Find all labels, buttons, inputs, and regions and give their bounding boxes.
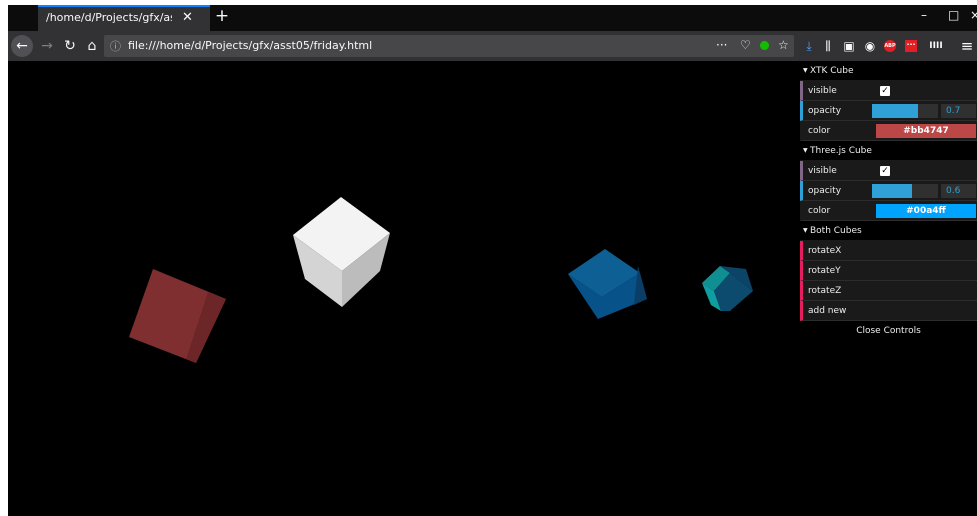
extension-bars-icon[interactable]: IIII bbox=[928, 38, 944, 54]
maximize-icon[interactable]: □ bbox=[948, 8, 959, 22]
close-tab-icon[interactable]: ✕ bbox=[182, 10, 193, 25]
xtk-color-input[interactable]: #bb4747 bbox=[876, 124, 976, 138]
close-window-icon[interactable]: × bbox=[970, 8, 977, 22]
function-label: rotateZ bbox=[808, 286, 842, 296]
folder-title: Both Cubes bbox=[810, 226, 862, 236]
function-label: rotateX bbox=[808, 246, 842, 256]
folder-xtk-cube[interactable]: ▼ XTK Cube bbox=[800, 61, 977, 81]
function-label: add new bbox=[808, 306, 847, 316]
site-info-icon[interactable]: ⓘ bbox=[110, 38, 121, 54]
nav-toolbar: ← → ↻ ⌂ ⓘ file:///home/d/Projects/gfx/as… bbox=[8, 31, 977, 61]
webgl-viewport[interactable]: ▼ XTK Cube visible ✓ opacity 0.7 color #… bbox=[8, 61, 977, 516]
controls-panel: ▼ XTK Cube visible ✓ opacity 0.7 color #… bbox=[800, 61, 977, 341]
red-cube[interactable] bbox=[129, 269, 226, 363]
teal-cube[interactable] bbox=[702, 266, 753, 311]
forward-icon[interactable]: → bbox=[37, 38, 57, 54]
page-actions-icon[interactable]: ··· bbox=[716, 38, 727, 52]
folder-open-icon: ▼ bbox=[803, 67, 808, 74]
xtk-color-row: color #bb4747 bbox=[800, 121, 977, 141]
blue-cube[interactable] bbox=[568, 249, 647, 319]
opacity-label: opacity bbox=[808, 106, 842, 116]
menu-icon[interactable]: ≡ bbox=[959, 38, 975, 54]
url-bar[interactable]: ⓘ file:///home/d/Projects/gfx/asst05/fri… bbox=[104, 35, 794, 57]
tab-title: /home/d/Projects/gfx/asst05/friday.html bbox=[46, 11, 172, 24]
threejs-opacity-input[interactable]: 0.6 bbox=[941, 184, 976, 198]
folder-title: XTK Cube bbox=[810, 66, 854, 76]
sidebar-icon[interactable]: ▣ bbox=[841, 38, 857, 54]
folder-threejs-cube[interactable]: ▼ Three.js Cube bbox=[800, 141, 977, 161]
threejs-opacity-slider[interactable] bbox=[872, 184, 938, 198]
rotatex-button[interactable]: rotateX bbox=[800, 241, 977, 261]
threejs-visible-checkbox[interactable]: ✓ bbox=[880, 166, 890, 176]
xtk-opacity-row: opacity 0.7 bbox=[800, 101, 977, 121]
rotatey-button[interactable]: rotateY bbox=[800, 261, 977, 281]
account-icon[interactable]: ◉ bbox=[862, 38, 878, 54]
adblock-icon[interactable]: ABP bbox=[884, 40, 896, 52]
extension-green-icon[interactable] bbox=[760, 41, 769, 50]
close-controls-button[interactable]: Close Controls bbox=[800, 321, 977, 341]
color-label: color bbox=[808, 206, 831, 216]
rotatez-button[interactable]: rotateZ bbox=[800, 281, 977, 301]
pocket-icon[interactable]: ♡ bbox=[740, 38, 751, 52]
home-icon[interactable]: ⌂ bbox=[82, 38, 102, 54]
opacity-label: opacity bbox=[808, 186, 842, 196]
extension-dots-icon[interactable]: ··· bbox=[905, 40, 917, 52]
url-text[interactable]: file:///home/d/Projects/gfx/asst05/frida… bbox=[128, 39, 372, 52]
xtk-visible-checkbox[interactable]: ✓ bbox=[880, 86, 890, 96]
tab-friday-html[interactable]: /home/d/Projects/gfx/asst05/friday.html … bbox=[38, 5, 210, 31]
folder-open-icon: ▼ bbox=[803, 227, 808, 234]
minimize-icon[interactable]: – bbox=[921, 8, 927, 22]
folder-open-icon: ▼ bbox=[803, 147, 808, 154]
threejs-visible-row: visible ✓ bbox=[800, 161, 977, 181]
library-icon[interactable]: ⫼ bbox=[820, 38, 836, 54]
folder-title: Three.js Cube bbox=[810, 146, 872, 156]
download-icon[interactable]: ⤓ bbox=[801, 38, 817, 54]
slider-fill bbox=[872, 104, 919, 118]
visible-label: visible bbox=[808, 166, 837, 176]
xtk-visible-row: visible ✓ bbox=[800, 81, 977, 101]
xtk-opacity-input[interactable]: 0.7 bbox=[941, 104, 976, 118]
threejs-opacity-row: opacity 0.6 bbox=[800, 181, 977, 201]
reload-icon[interactable]: ↻ bbox=[60, 38, 80, 54]
threejs-color-input[interactable]: #00a4ff bbox=[876, 204, 976, 218]
xtk-opacity-slider[interactable] bbox=[872, 104, 938, 118]
new-tab-icon[interactable]: + bbox=[210, 6, 234, 26]
back-icon[interactable]: ← bbox=[11, 35, 33, 57]
folder-both-cubes[interactable]: ▼ Both Cubes bbox=[800, 221, 977, 241]
slider-fill bbox=[872, 184, 912, 198]
add-new-button[interactable]: add new bbox=[800, 301, 977, 321]
bookmark-star-icon[interactable]: ☆ bbox=[778, 38, 789, 52]
threejs-color-row: color #00a4ff bbox=[800, 201, 977, 221]
function-label: rotateY bbox=[808, 266, 841, 276]
tab-strip: /home/d/Projects/gfx/asst05/friday.html … bbox=[8, 5, 977, 31]
color-label: color bbox=[808, 126, 831, 136]
visible-label: visible bbox=[808, 86, 837, 96]
white-cube[interactable] bbox=[293, 197, 390, 307]
